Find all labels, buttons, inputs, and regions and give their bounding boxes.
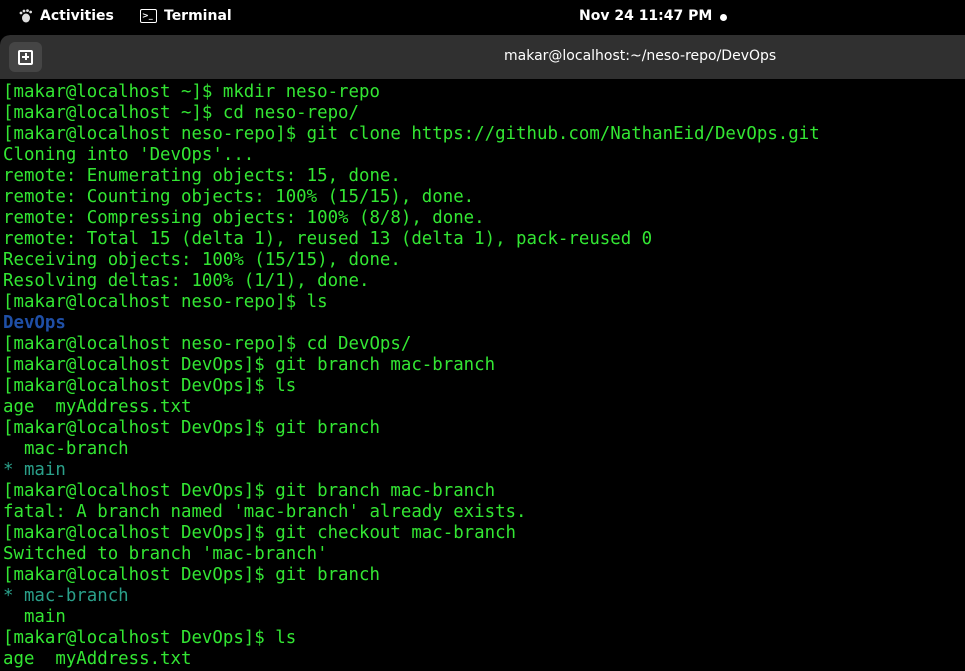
terminal-line: [makar@localhost DevOps]$ git branch mac… <box>3 481 496 501</box>
terminal-line: [makar@localhost DevOps]$ ls <box>3 376 297 396</box>
terminal-window: makar@localhost:~/neso-repo/DevOps [maka… <box>0 35 965 671</box>
terminal-line: [makar@localhost neso-repo]$ git clone h… <box>3 124 820 144</box>
terminal-output[interactable]: [makar@localhost ~]$ mkdir neso-repo [mak… <box>0 79 965 671</box>
terminal-line: remote: Total 15 (delta 1), reused 13 (d… <box>3 229 653 249</box>
gnome-foot-icon <box>19 9 32 23</box>
terminal-line: remote: Counting objects: 100% (15/15), … <box>3 187 475 207</box>
terminal-line: DevOps <box>3 313 66 333</box>
terminal-line: mac-branch <box>3 439 129 459</box>
terminal-line: [makar@localhost DevOps]$ git checkout m… <box>3 523 517 543</box>
terminal-line: remote: Compressing objects: 100% (8/8),… <box>3 208 485 228</box>
terminal-line: age myAddress.txt <box>3 649 192 669</box>
clock[interactable]: Nov 24 11:47 PM <box>579 8 712 24</box>
terminal-line: remote: Enumerating objects: 15, done. <box>3 166 401 186</box>
terminal-line: [makar@localhost DevOps]$ git branch mac… <box>3 355 496 375</box>
notification-dot-icon <box>720 14 727 21</box>
window-title-container: makar@localhost:~/neso-repo/DevOps <box>0 48 965 64</box>
window-headerbar: makar@localhost:~/neso-repo/DevOps <box>0 35 965 79</box>
terminal-icon: >_ <box>140 9 157 23</box>
terminal-line: [makar@localhost ~]$ cd neso-repo/ <box>3 103 359 123</box>
app-menu-label: Terminal <box>164 8 232 24</box>
terminal-line: main <box>3 607 66 627</box>
terminal-line: fatal: A branch named 'mac-branch' alrea… <box>3 502 527 522</box>
terminal-line: [makar@localhost neso-repo]$ cd DevOps/ <box>3 334 412 354</box>
activities-button[interactable]: Activities <box>18 8 114 24</box>
terminal-line: Switched to branch 'mac-branch' <box>3 544 328 564</box>
terminal-line: * mac-branch <box>3 586 129 606</box>
terminal-line: * main <box>3 460 66 480</box>
terminal-line: Resolving deltas: 100% (1/1), done. <box>3 271 370 291</box>
app-menu-terminal[interactable]: >_ Terminal <box>140 8 232 24</box>
terminal-line: [makar@localhost DevOps]$ git branch <box>3 565 380 585</box>
window-title: makar@localhost:~/neso-repo/DevOps <box>504 48 777 64</box>
terminal-line: [makar@localhost ~]$ mkdir neso-repo <box>3 82 380 102</box>
terminal-line: age myAddress.txt <box>3 397 192 417</box>
top-bar: Activities >_ Terminal Nov 24 11:47 PM <box>0 0 965 35</box>
terminal-line: [makar@localhost DevOps]$ git branch <box>3 418 380 438</box>
terminal-line: Cloning into 'DevOps'... <box>3 145 255 165</box>
terminal-line: Receiving objects: 100% (15/15), done. <box>3 250 401 270</box>
activities-label: Activities <box>40 8 114 24</box>
terminal-line: [makar@localhost neso-repo]$ ls <box>3 292 328 312</box>
terminal-line: [makar@localhost DevOps]$ ls <box>3 628 297 648</box>
